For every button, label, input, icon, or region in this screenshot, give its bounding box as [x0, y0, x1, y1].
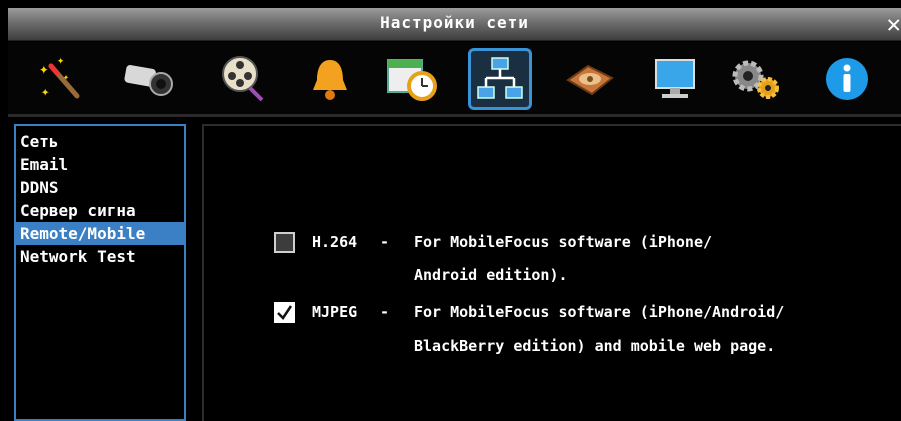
checkmark-icon [277, 305, 293, 320]
mjpeg-description-line1: For MobileFocus software (iPhone/Android… [414, 303, 785, 321]
h264-checkbox[interactable] [274, 232, 295, 253]
remote-mobile-panel: H.264 - For MobileFocus software (iPhone… [202, 124, 901, 421]
menu-item-ddns[interactable]: DDNS [16, 176, 184, 199]
gears-icon[interactable] [728, 52, 782, 106]
close-button[interactable]: ✕ [887, 10, 901, 38]
svg-text:✦: ✦ [57, 54, 64, 67]
mjpeg-checkbox[interactable] [274, 302, 295, 323]
settings-menu: Сеть Email DDNS Сервер сигна Remote/Mobi… [14, 124, 186, 421]
window-title: Настройки сети [380, 13, 529, 32]
info-icon[interactable] [820, 52, 874, 106]
schedule-clock-icon[interactable] [386, 52, 440, 106]
toolbar: ✦ ✦ ✦ ✦ [8, 42, 901, 117]
svg-text:✦: ✦ [39, 59, 49, 78]
menu-item-email[interactable]: Email [16, 153, 184, 176]
mjpeg-codec-label: MJPEG [312, 303, 358, 321]
h264-description-line1: For MobileFocus software (iPhone/ [414, 233, 713, 251]
menu-item-network-test[interactable]: Network Test [16, 245, 184, 268]
menu-item-remote-mobile[interactable]: Remote/Mobile [16, 222, 184, 245]
hard-disk-icon[interactable] [562, 52, 616, 106]
menu-item-signal-server[interactable]: Сервер сигна [16, 199, 184, 222]
menu-item-network[interactable]: Сеть [16, 130, 184, 153]
network-icon[interactable] [468, 48, 532, 110]
h264-dash: - [380, 233, 390, 251]
h264-description-line2: Android edition). [414, 266, 568, 284]
bell-icon[interactable] [303, 52, 357, 106]
film-reel-icon[interactable] [216, 52, 270, 106]
mjpeg-dash: - [380, 303, 390, 321]
h264-codec-label: H.264 [312, 233, 358, 251]
svg-text:✦: ✦ [63, 72, 69, 83]
monitor-icon[interactable] [648, 52, 702, 106]
wizard-icon[interactable]: ✦ ✦ ✦ ✦ [35, 52, 89, 106]
mjpeg-description-line2: BlackBerry edition) and mobile web page. [414, 337, 776, 355]
svg-text:✦: ✦ [41, 84, 50, 100]
camera-icon[interactable] [121, 52, 175, 106]
title-bar: Настройки сети ✕ [8, 8, 901, 41]
